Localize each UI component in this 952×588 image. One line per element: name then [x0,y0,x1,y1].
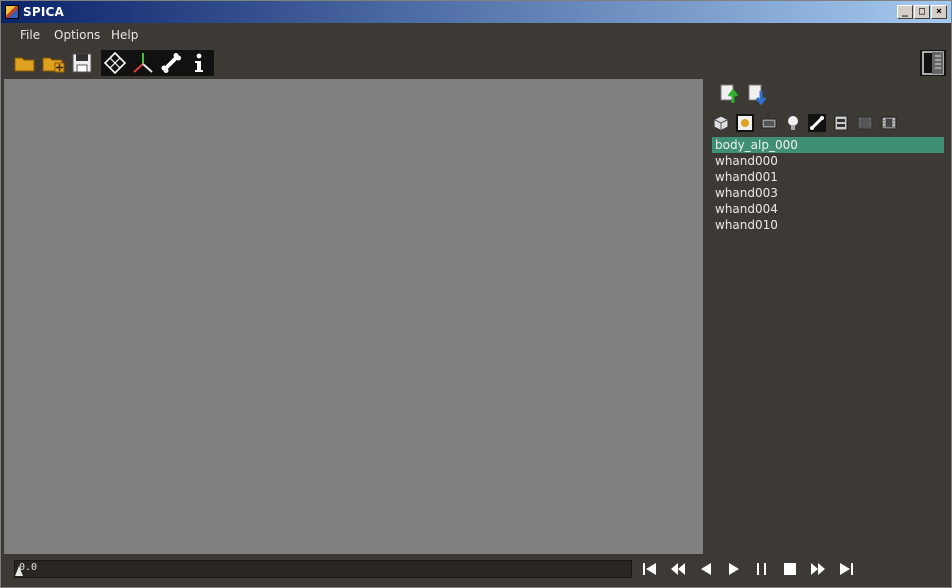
play-icon[interactable] [724,561,744,577]
grid-icon[interactable] [103,51,127,75]
list-item[interactable]: whand003 [712,185,944,201]
menu-options[interactable]: Options [54,28,100,42]
skip-to-end-icon[interactable] [836,561,856,577]
film-icon[interactable] [880,114,898,132]
menu-file[interactable]: File [20,28,40,42]
texture-icon[interactable] [736,114,754,132]
pause-icon[interactable] [752,561,772,577]
step-back-icon[interactable] [696,561,716,577]
menu-help[interactable]: Help [111,28,138,42]
timeline-slider[interactable]: 0.0 [14,560,632,578]
panel-toggle-icon[interactable] [920,50,946,76]
skeleton-icon[interactable] [808,114,826,132]
list-item[interactable]: whand001 [712,169,944,185]
import-folder-icon[interactable] [41,51,65,75]
window-title: SPICA [23,5,64,19]
skip-to-start-icon[interactable] [640,561,660,577]
app-icon [5,5,19,19]
list-item[interactable]: body_alp_000 [712,137,944,153]
side-panel: body_alp_000 whand000 whand001 whand003 … [707,79,949,554]
light-icon[interactable] [784,114,802,132]
bone-icon[interactable] [159,51,183,75]
object-list[interactable]: body_alp_000 whand000 whand001 whand003 … [712,137,944,554]
close-button[interactable]: × [931,5,947,19]
playback-bar: 0.0 [1,556,951,587]
info-icon[interactable] [187,51,211,75]
camera-icon[interactable] [760,114,778,132]
3d-viewport[interactable] [4,79,703,554]
axis-icon[interactable] [131,51,155,75]
fast-forward-icon[interactable] [808,561,828,577]
title-bar: SPICA _ □ × [1,1,951,23]
film-disabled-icon [856,114,874,132]
export-icon[interactable] [747,83,769,106]
list-item[interactable]: whand004 [712,201,944,217]
toolbar [1,47,951,77]
menu-bar: File Options Help [1,23,951,47]
list-item[interactable]: whand010 [712,217,944,233]
app-window: SPICA _ □ × File Options Help body_alp_0… [0,0,952,588]
open-folder-icon[interactable] [13,51,37,75]
material-anim-icon[interactable] [832,114,850,132]
rewind-icon[interactable] [668,561,688,577]
list-item[interactable]: whand000 [712,153,944,169]
import-icon[interactable] [719,83,741,105]
stop-icon[interactable] [780,561,800,577]
minimize-button[interactable]: _ [897,5,913,19]
time-value: 0.0 [19,562,38,573]
view-toggle-group [101,50,214,76]
model-icon[interactable] [712,114,730,132]
save-icon[interactable] [70,51,94,75]
maximize-button[interactable]: □ [914,5,930,19]
